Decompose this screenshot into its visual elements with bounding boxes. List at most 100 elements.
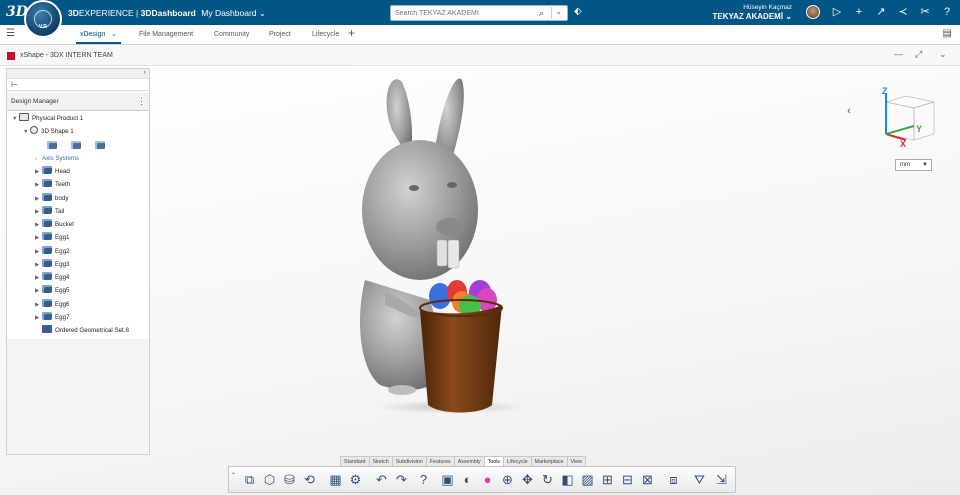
publish-icon[interactable]: ⊠ (639, 471, 656, 488)
insert-icon[interactable]: ⧉ (241, 471, 258, 488)
redo-icon[interactable]: ↷ (393, 471, 410, 488)
tree-node-part[interactable]: ▶ Egg3 (35, 259, 69, 271)
search-scope-dropdown[interactable]: ⌄ (551, 7, 565, 19)
dashboard-selector[interactable]: My Dashboard ⌄ (201, 8, 266, 18)
tag-icon[interactable]: ⬖ (574, 6, 582, 17)
tab-sketch[interactable]: Sketch (368, 456, 393, 466)
compare-icon[interactable]: ⧈ (665, 471, 682, 488)
tab-lifecycle[interactable]: Lifecycle (312, 28, 339, 44)
refresh-icon[interactable]: ⟲ (301, 471, 318, 488)
dashboard-label: 3DDashboard (140, 8, 196, 18)
help-icon[interactable]: ? (415, 471, 432, 488)
part-icon (42, 193, 52, 202)
tab-marketplace[interactable]: Marketplace (530, 456, 568, 466)
xshape-app-icon (7, 52, 15, 60)
rotate-icon[interactable]: ↻ (539, 471, 556, 488)
tree-node-shape[interactable]: ▼ 3D Shape 1 (23, 126, 74, 138)
tree-view-icon[interactable]: ⊢ (11, 80, 18, 89)
menu-icon[interactable]: ☰ (6, 28, 15, 39)
feature-icon[interactable] (95, 141, 105, 149)
add-icon[interactable]: + (852, 5, 866, 19)
tree-node-part[interactable]: ▶ Egg4 (35, 272, 69, 284)
tab-subdivision[interactable]: Subdivision (391, 456, 427, 466)
view-compass[interactable]: Z X Y (876, 84, 940, 148)
right-tooth (447, 239, 460, 269)
tab-standard[interactable]: Standard (340, 456, 370, 466)
tab-assembly[interactable]: Assembly (453, 456, 485, 466)
chevron-down-icon[interactable]: ⌄ (939, 49, 947, 60)
y-axis (885, 125, 915, 135)
tree-node-axis-systems[interactable]: › Axis Systems (35, 153, 79, 165)
tree-node-part[interactable]: ▶ body (35, 193, 68, 205)
pan-icon[interactable]: ✥ (519, 471, 536, 488)
tab-file-management[interactable]: File Management (139, 28, 193, 44)
minimize-icon[interactable]: — (894, 49, 903, 59)
image-icon[interactable]: ▣ (439, 471, 456, 488)
part-icon (42, 285, 52, 294)
chevron-left-icon[interactable]: ‹ (840, 102, 858, 120)
tree-node-part[interactable]: ▶ Egg5 (35, 285, 69, 297)
tab-project[interactable]: Project (269, 28, 291, 44)
part-icon (42, 219, 52, 228)
undo-icon[interactable]: ↶ (373, 471, 390, 488)
tree-node-part[interactable]: ▶ Teeth (35, 179, 70, 191)
color-wheel-icon[interactable]: ● (479, 471, 496, 488)
play-icon[interactable]: ▷ (830, 5, 844, 19)
maximize-icon[interactable]: ⤢ (915, 49, 922, 60)
tab-features[interactable]: Features (425, 456, 455, 466)
chat-icon[interactable]: ▤ (943, 28, 952, 39)
filter-icon[interactable]: ⛛ (691, 471, 708, 488)
part-icon (42, 312, 52, 321)
tree-node-part[interactable]: ▶ Egg6 (35, 299, 69, 311)
tree-node-part[interactable]: ▶ Egg2 (35, 246, 69, 258)
tab-view[interactable]: View (566, 456, 586, 466)
tab-tools[interactable]: Tools (483, 456, 505, 466)
left-eye (409, 185, 419, 191)
collapse-panel-icon[interactable]: ‹ (144, 69, 146, 76)
export-icon[interactable]: ⇲ (713, 471, 730, 488)
more-options-icon[interactable]: ⋮ (137, 96, 146, 107)
tab-community[interactable]: Community (214, 28, 249, 44)
hatch-icon[interactable]: ▨ (579, 471, 596, 488)
tab-xdesign[interactable]: xDesign ⌄ (76, 28, 122, 44)
measure-icon[interactable]: ⬡ (261, 471, 278, 488)
user-info[interactable]: Hüseyin Kaçmaz TEKYAZ AKADEMİ ⌄ (713, 3, 792, 21)
tree-node-part[interactable]: ▶ Tail (35, 206, 64, 218)
explode-icon[interactable]: ⊞ (599, 471, 616, 488)
settings-icon[interactable]: ⚙ (347, 471, 364, 488)
part-icon (42, 259, 52, 268)
tree-node-product[interactable]: ▼ Physical Product 1 (12, 113, 83, 125)
app-header: xShape - 3DX INTERN TEAM — ⤢ ⌄ (0, 46, 960, 66)
plane-icon[interactable] (71, 141, 81, 149)
chevron-down-icon: ⌄ (258, 8, 267, 18)
expand-icon[interactable]: ⌄ (231, 469, 236, 476)
align-icon[interactable]: ⊟ (619, 471, 636, 488)
avatar[interactable] (806, 5, 820, 19)
render-icon[interactable]: ◐ (459, 471, 476, 488)
save-icon[interactable]: ⛁ (281, 471, 298, 488)
share-icon[interactable]: ↗ (874, 5, 888, 19)
search-input[interactable] (395, 8, 535, 19)
tree-node-part[interactable]: ▶ Bucket (35, 219, 74, 231)
tree-node-geo-set[interactable]: Ordered Geometrical Set.8 (42, 325, 129, 337)
tree-node-part[interactable]: ▶ Egg7 (35, 312, 69, 324)
tree-node-part[interactable]: ▶ Head (35, 166, 70, 178)
tools-icon[interactable]: ✂ (918, 5, 932, 19)
part-icon (42, 232, 52, 241)
add-tab-icon[interactable]: + (348, 26, 355, 40)
app-title: xShape - 3DX INTERN TEAM (20, 52, 113, 59)
sketch-icon[interactable] (47, 141, 57, 149)
tab-lifecycle[interactable]: Lifecycle (503, 456, 532, 466)
foot (388, 385, 416, 395)
compass-button[interactable]: V.R (24, 0, 62, 38)
search-icon[interactable]: ⌕ (539, 8, 544, 19)
help-icon[interactable]: ? (940, 5, 954, 19)
network-icon[interactable]: ≺ (896, 5, 910, 19)
bunny-model[interactable] (340, 70, 540, 420)
section-icon[interactable]: ◧ (559, 471, 576, 488)
units-dropdown[interactable]: mm ▼ (895, 159, 932, 171)
tree-node-part[interactable]: ▶ Egg1 (35, 232, 69, 244)
properties-icon[interactable]: ▦ (327, 471, 344, 488)
zoom-icon[interactable]: ⊕ (499, 471, 516, 488)
units-value: mm (900, 162, 910, 168)
